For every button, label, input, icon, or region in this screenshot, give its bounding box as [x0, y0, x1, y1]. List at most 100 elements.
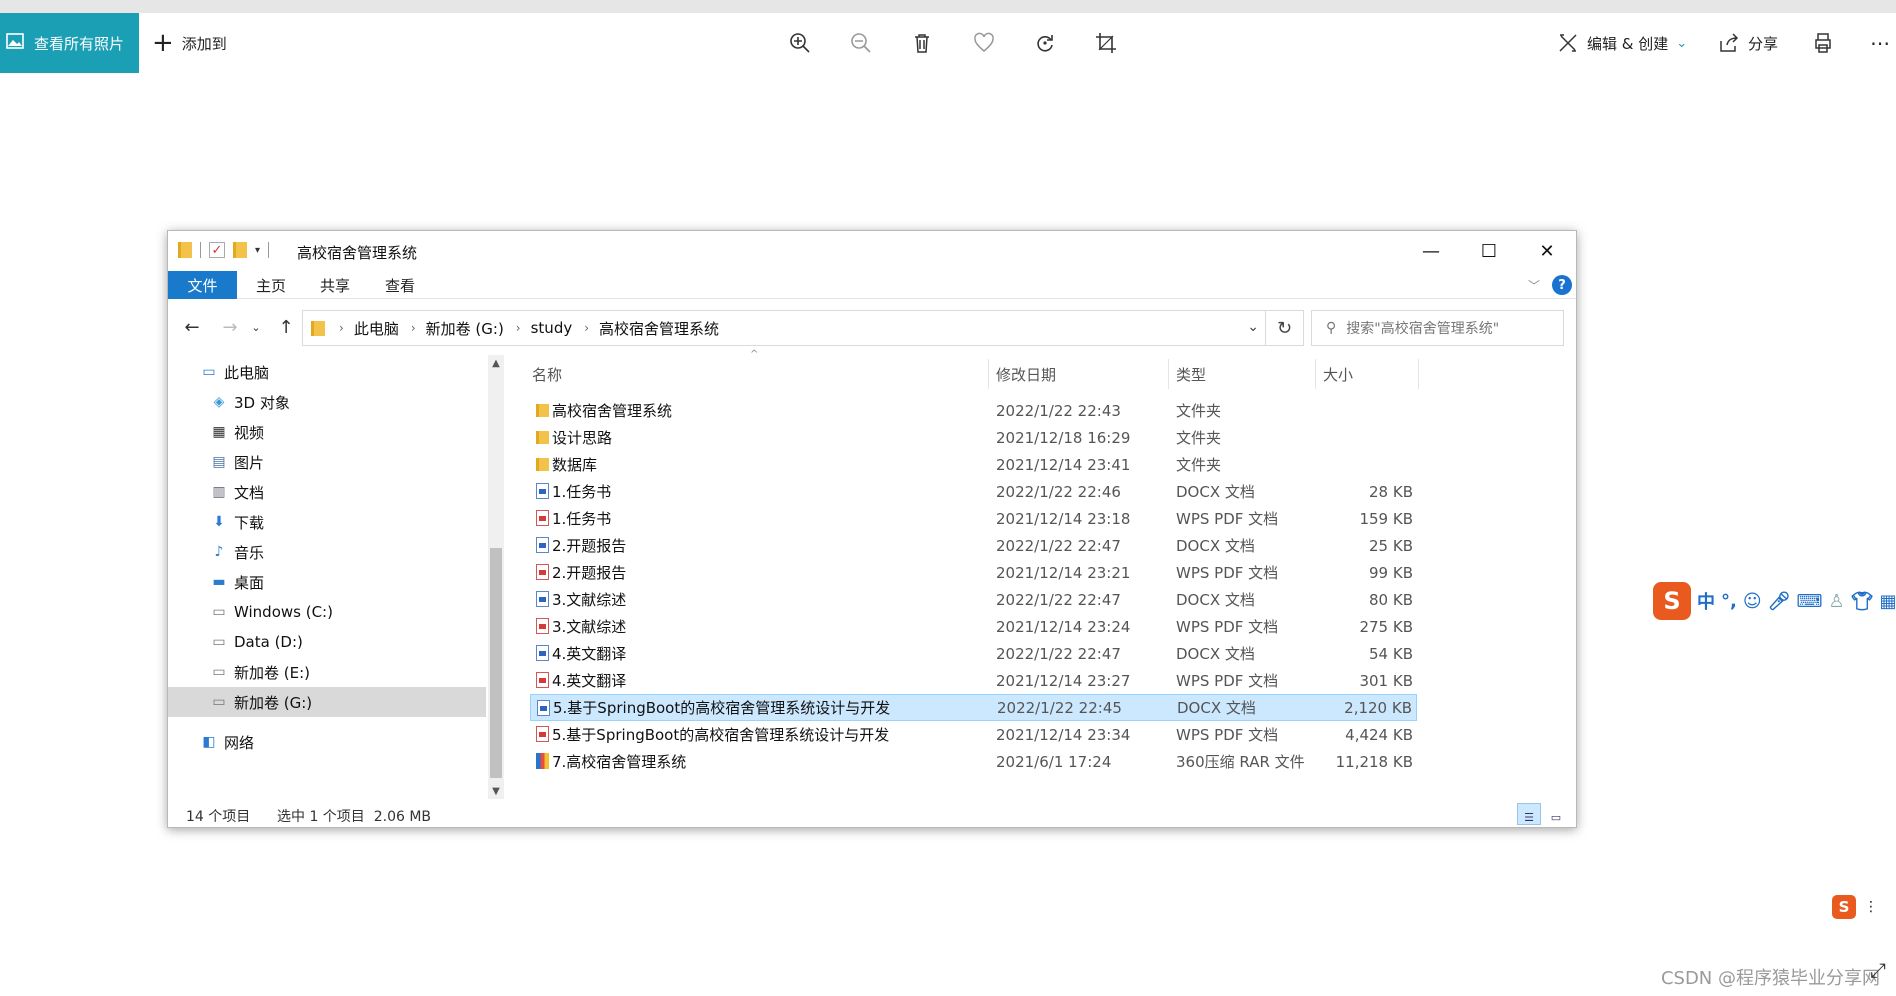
- column-header-name[interactable]: 名称: [532, 355, 562, 393]
- nav-item-videos[interactable]: ▦ 视频: [168, 417, 486, 447]
- file-row[interactable]: 4.英文翻译 2021/12/14 23:27 WPS PDF 文档 301 KB: [530, 667, 1417, 694]
- user-icon[interactable]: ♙: [1828, 591, 1844, 612]
- breadcrumb-drive-g[interactable]: › 新加卷 (G:): [411, 318, 504, 339]
- address-bar[interactable]: › 此电脑 › 新加卷 (G:) › study › 高校宿舍管理系统 ⌄ ↻: [302, 310, 1304, 346]
- new-folder-icon[interactable]: [233, 242, 247, 258]
- address-dropdown-icon[interactable]: ⌄: [1247, 319, 1259, 335]
- file-row[interactable]: 2.开题报告 2022/1/22 22:47 DOCX 文档 25 KB: [530, 532, 1417, 559]
- close-button[interactable]: ✕: [1518, 231, 1576, 271]
- view-all-photos-button[interactable]: 查看所有照片: [0, 13, 139, 73]
- expand-ribbon-icon[interactable]: ﹀: [1528, 277, 1540, 294]
- minimize-button[interactable]: —: [1402, 231, 1460, 271]
- download-icon: ⬇: [213, 514, 225, 530]
- ime-language-toggle[interactable]: 中: [1697, 588, 1715, 614]
- divider: [268, 242, 270, 258]
- breadcrumb-this-pc[interactable]: › 此电脑: [339, 318, 399, 339]
- ime-punctuation-toggle[interactable]: °,: [1721, 591, 1737, 612]
- details-view-button[interactable]: ☰: [1517, 803, 1541, 825]
- item-count: 14 个项目: [186, 809, 251, 825]
- recent-locations-button[interactable]: ⌄: [244, 314, 268, 340]
- edit-create-button[interactable]: 编辑 & 创建 ⌄: [1557, 13, 1687, 73]
- ime-mini-toolbar[interactable]: S ⋮: [1832, 895, 1878, 919]
- file-row[interactable]: 4.英文翻译 2022/1/22 22:47 DOCX 文档 54 KB: [530, 640, 1417, 667]
- file-date: 2022/1/22 22:45: [997, 698, 1122, 717]
- breadcrumb-current[interactable]: › 高校宿舍管理系统: [584, 318, 719, 339]
- column-header-size[interactable]: 大小: [1323, 355, 1353, 393]
- print-button[interactable]: [1812, 13, 1834, 73]
- properties-icon[interactable]: ✓: [209, 242, 225, 258]
- nav-item-documents[interactable]: ▥ 文档: [168, 477, 486, 507]
- column-divider[interactable]: [1168, 359, 1169, 389]
- back-button[interactable]: ←: [180, 314, 204, 340]
- file-row[interactable]: 1.任务书 2021/12/14 23:18 WPS PDF 文档 159 KB: [530, 505, 1417, 532]
- scroll-down-icon[interactable]: ▼: [488, 783, 504, 799]
- nav-item-drive-e[interactable]: ▭ 新加卷 (E:): [168, 657, 486, 687]
- file-name: 高校宿舍管理系统: [552, 402, 673, 420]
- toolbox-icon[interactable]: ▦: [1879, 591, 1896, 612]
- file-row[interactable]: 3.文献综述 2022/1/22 22:47 DOCX 文档 80 KB: [530, 586, 1417, 613]
- tab-home[interactable]: 主页: [244, 271, 298, 299]
- file-row[interactable]: 数据库 2021/12/14 23:41 文件夹: [530, 451, 1417, 478]
- nav-item-music[interactable]: ♪ 音乐: [168, 537, 486, 567]
- file-date: 2022/1/22 22:46: [996, 482, 1121, 501]
- scroll-up-icon[interactable]: ▲: [488, 355, 504, 371]
- file-row[interactable]: 高校宿舍管理系统 2022/1/22 22:43 文件夹: [530, 397, 1417, 424]
- file-row[interactable]: 7.高校宿舍管理系统 2021/6/1 17:24 360压缩 RAR 文件 11,2…: [530, 748, 1417, 775]
- breadcrumb-study[interactable]: › study: [516, 319, 572, 337]
- large-icons-view-button[interactable]: ▭: [1544, 803, 1568, 825]
- share-button[interactable]: 分享: [1718, 13, 1778, 73]
- file-row[interactable]: 3.文献综述 2021/12/14 23:24 WPS PDF 文档 275 KB: [530, 613, 1417, 640]
- column-header-date[interactable]: 修改日期: [996, 355, 1056, 393]
- nav-item-drive-d[interactable]: ▭ Data (D:): [168, 627, 486, 657]
- column-header-type[interactable]: 类型: [1176, 355, 1206, 393]
- help-icon[interactable]: ?: [1552, 275, 1572, 295]
- rotate-button[interactable]: [1031, 29, 1059, 57]
- column-divider[interactable]: [988, 359, 989, 389]
- file-row[interactable]: 设计思路 2021/12/18 16:29 文件夹: [530, 424, 1417, 451]
- file-row[interactable]: 5.基于SpringBoot的高校宿舍管理系统设计与开发 2022/1/22 22…: [530, 694, 1417, 721]
- more-options-button[interactable]: ⋯: [1870, 13, 1890, 73]
- delete-button[interactable]: [908, 29, 936, 57]
- crop-button[interactable]: [1092, 29, 1120, 57]
- status-bar: 14 个项目 选中 1 个项目 2.06 MB ☰ ▭: [168, 799, 1576, 827]
- nav-item-downloads[interactable]: ⬇ 下载: [168, 507, 486, 537]
- skin-icon[interactable]: 👕︎: [1851, 591, 1874, 612]
- nav-item-pictures[interactable]: ▤ 图片: [168, 447, 486, 477]
- nav-item-drive-g[interactable]: ▭ 新加卷 (G:): [168, 687, 486, 717]
- file-row[interactable]: 1.任务书 2022/1/22 22:46 DOCX 文档 28 KB: [530, 478, 1417, 505]
- column-divider[interactable]: [1315, 359, 1316, 389]
- tab-file[interactable]: 文件: [168, 271, 237, 299]
- add-to-button[interactable]: + 添加到: [152, 13, 227, 73]
- tab-view[interactable]: 查看: [373, 271, 427, 299]
- ime-options-icon[interactable]: ⋮: [1864, 899, 1878, 915]
- tab-share[interactable]: 共享: [308, 271, 362, 299]
- forward-button[interactable]: →: [218, 314, 242, 340]
- nav-item-desktop[interactable]: ▬ 桌面: [168, 567, 486, 597]
- search-input[interactable]: ⚲ 搜索"高校宿舍管理系统": [1311, 310, 1564, 346]
- resize-icon[interactable]: ⤢: [1870, 958, 1886, 982]
- file-type: 文件夹: [1176, 456, 1222, 474]
- maximize-button[interactable]: ☐: [1460, 231, 1518, 271]
- column-divider[interactable]: [1418, 359, 1419, 389]
- nav-item-network[interactable]: ◧ 网络: [168, 727, 486, 757]
- nav-item-3d-objects[interactable]: ◈ 3D 对象: [168, 387, 486, 417]
- up-button[interactable]: ↑: [274, 314, 298, 340]
- scrollbar-thumb[interactable]: [490, 548, 502, 778]
- print-icon: [1815, 33, 1831, 53]
- zoom-in-button[interactable]: [786, 29, 814, 57]
- microphone-icon[interactable]: 🎤︎: [1768, 591, 1791, 612]
- file-type: 360压缩 RAR 文件: [1176, 753, 1305, 771]
- zoom-out-button[interactable]: [847, 29, 875, 57]
- nav-item-this-pc[interactable]: ▭ 此电脑: [168, 357, 486, 387]
- nav-item-drive-c[interactable]: ▭ Windows (C:): [168, 597, 486, 627]
- customize-dropdown-icon[interactable]: ▾: [255, 245, 260, 256]
- refresh-button[interactable]: ↻: [1265, 311, 1303, 345]
- nav-scrollbar[interactable]: ▲ ▼: [488, 355, 504, 799]
- file-row[interactable]: 2.开题报告 2021/12/14 23:21 WPS PDF 文档 99 KB: [530, 559, 1417, 586]
- file-type: 文件夹: [1176, 429, 1222, 447]
- ime-toolbar[interactable]: S 中 °, ☺ 🎤︎ ⌨ ♙ 👕︎ ▦: [1653, 578, 1896, 624]
- file-row[interactable]: 5.基于SpringBoot的高校宿舍管理系统设计与开发 2021/12/14 2…: [530, 721, 1417, 748]
- emoji-icon[interactable]: ☺: [1743, 591, 1762, 612]
- keyboard-icon[interactable]: ⌨: [1796, 591, 1822, 612]
- favorite-button[interactable]: [970, 29, 998, 57]
